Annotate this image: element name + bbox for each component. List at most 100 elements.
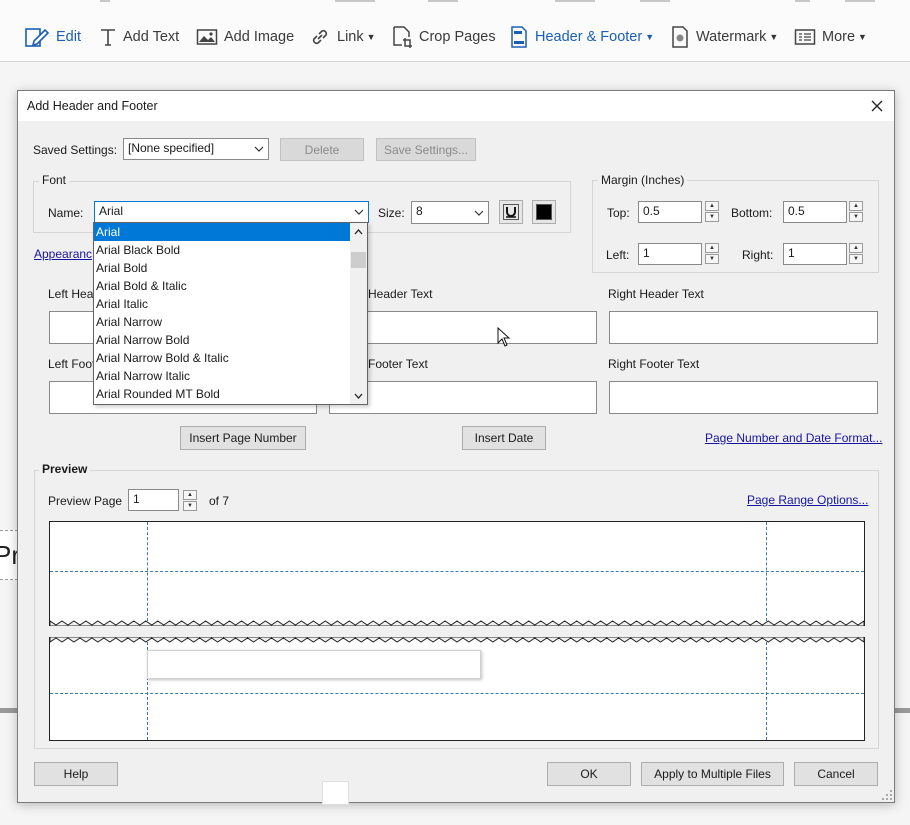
font-option[interactable]: Arial Black Bold [94, 241, 350, 259]
add-text-icon [99, 26, 117, 48]
spin-down-icon[interactable]: ▼ [705, 212, 719, 222]
preview-page-spinner[interactable]: ▲ ▼ [183, 490, 197, 511]
preview-left-margin-guide [147, 522, 148, 626]
margin-group-title: Margin (Inches) [598, 173, 688, 187]
cancel-button[interactable]: Cancel [794, 762, 878, 786]
preview-footer-margin-guide [50, 693, 864, 694]
font-list-scrollbar[interactable] [350, 223, 367, 404]
page-number-date-format-link[interactable]: Page Number and Date Format... [705, 431, 882, 445]
spin-up-icon[interactable]: ▲ [705, 201, 719, 211]
font-name-value: Arial [99, 204, 124, 218]
toolbar: Edit Add Text Add Image Link ▼ Crop Page… [0, 0, 910, 62]
margin-left-input[interactable]: 1 [638, 243, 702, 265]
margin-right-label: Right: [742, 248, 774, 262]
font-option[interactable]: Arial Narrow Italic [94, 367, 350, 385]
spin-up-icon[interactable]: ▲ [849, 243, 863, 253]
save-settings-button[interactable]: Save Settings... [376, 138, 476, 161]
resize-grip-icon[interactable] [882, 790, 892, 800]
font-option[interactable]: Arial Narrow Bold [94, 331, 350, 349]
font-color-button[interactable] [532, 200, 556, 224]
underline-button[interactable] [499, 200, 523, 224]
add-header-footer-dialog: Add Header and Footer Saved Settings: [N… [17, 90, 895, 803]
preview-group-title: Preview [39, 462, 91, 476]
preview-torn-edge [50, 637, 864, 643]
center-footer-textbox[interactable] [329, 381, 597, 414]
insert-page-number-button[interactable]: Insert Page Number [180, 426, 306, 450]
preview-footer-field [147, 650, 481, 679]
preview-header-area [49, 521, 865, 626]
font-option[interactable]: Arial Bold & Italic [94, 277, 350, 295]
margin-right-input[interactable]: 1 [783, 243, 847, 265]
preview-right-margin-guide [766, 637, 767, 740]
underline-icon [503, 204, 519, 220]
chevron-down-icon [250, 139, 268, 159]
font-option[interactable]: Arial Narrow Bold & Italic [94, 349, 350, 367]
center-footer-label: Footer Text [368, 357, 428, 371]
page-range-options-link[interactable]: Page Range Options... [747, 493, 868, 507]
watermark-icon [670, 25, 690, 49]
toolbar-add-image-button[interactable]: Add Image [196, 22, 294, 52]
margin-top-spinner[interactable]: ▲ ▼ [705, 201, 719, 222]
font-name-dropdown-list[interactable]: Arial Arial Black Bold Arial Bold Arial Bol… [93, 222, 368, 405]
spin-up-icon[interactable]: ▲ [705, 243, 719, 253]
font-option[interactable]: Arial [94, 223, 350, 241]
margin-bottom-input[interactable]: 0.5 [783, 201, 847, 223]
appearance-options-link[interactable]: Appearanc [34, 247, 92, 261]
toolbar-watermark-label: Watermark [696, 29, 767, 45]
spin-down-icon[interactable]: ▼ [705, 254, 719, 264]
more-icon [794, 27, 816, 47]
toolbar-crop-pages-button[interactable]: Crop Pages [391, 22, 496, 52]
margin-top-input[interactable]: 0.5 [638, 201, 702, 223]
close-button[interactable] [866, 96, 888, 116]
saved-settings-label: Saved Settings: [33, 143, 118, 157]
spin-up-icon[interactable]: ▲ [183, 490, 197, 500]
margin-right-spinner[interactable]: ▲ ▼ [849, 243, 863, 264]
delete-button[interactable]: Delete [280, 138, 364, 161]
font-option[interactable]: Arial Narrow [94, 313, 350, 331]
preview-page-label: Preview Page [48, 494, 123, 508]
toolbar-edit-button[interactable]: Edit [24, 22, 81, 52]
toolbar-top-fragment [0, 0, 910, 6]
ok-button[interactable]: OK [547, 762, 631, 786]
header-footer-icon [509, 25, 529, 49]
toolbar-header-footer-button[interactable]: Header & Footer ▼ [509, 22, 654, 52]
insert-date-button[interactable]: Insert Date [462, 426, 546, 450]
toolbar-header-footer-label: Header & Footer [535, 29, 643, 45]
toolbar-add-text-button[interactable]: Add Text [99, 22, 179, 52]
margin-left-spinner[interactable]: ▲ ▼ [705, 243, 719, 264]
center-header-label: Header Text [368, 287, 433, 301]
spin-down-icon[interactable]: ▼ [183, 501, 197, 511]
font-option[interactable]: Arial Italic [94, 295, 350, 313]
toolbar-crop-pages-label: Crop Pages [419, 29, 496, 45]
font-option[interactable]: Arial Rounded MT Bold [94, 385, 350, 403]
font-option[interactable]: Arial Bold [94, 259, 350, 277]
right-header-textbox[interactable] [609, 311, 878, 344]
right-footer-textbox[interactable] [609, 381, 878, 414]
floating-popup-fragment [322, 781, 349, 805]
font-list-scroll-thumb[interactable] [351, 252, 366, 268]
chevron-up-icon[interactable] [350, 223, 367, 240]
toolbar-more-button[interactable]: More ▼ [794, 22, 867, 52]
toolbar-add-text-label: Add Text [123, 29, 180, 45]
center-header-textbox[interactable] [329, 311, 597, 344]
chevron-down-icon[interactable] [350, 387, 367, 404]
right-header-label: Right Header Text [608, 287, 704, 301]
toolbar-link-label: Link [337, 29, 364, 45]
spin-down-icon[interactable]: ▼ [849, 212, 863, 222]
font-size-select[interactable]: 8 [411, 201, 489, 224]
saved-settings-select[interactable]: [None specified] [123, 138, 269, 160]
document-divider-right [894, 708, 910, 713]
help-button[interactable]: Help [34, 762, 118, 786]
spin-up-icon[interactable]: ▲ [849, 201, 863, 211]
apply-to-multiple-files-button[interactable]: Apply to Multiple Files [641, 762, 784, 786]
preview-page-input[interactable]: 1 [128, 489, 179, 511]
chevron-down-icon: ▼ [645, 32, 655, 42]
font-name-select[interactable]: Arial [94, 201, 369, 223]
add-image-icon [196, 27, 218, 47]
toolbar-watermark-button[interactable]: Watermark ▼ [670, 22, 778, 52]
spin-down-icon[interactable]: ▼ [849, 254, 863, 264]
margin-bottom-spinner[interactable]: ▲ ▼ [849, 201, 863, 222]
dialog-titlebar[interactable]: Add Header and Footer [18, 91, 894, 121]
toolbar-more-label: More [822, 29, 856, 45]
toolbar-link-button[interactable]: Link ▼ [309, 22, 376, 52]
